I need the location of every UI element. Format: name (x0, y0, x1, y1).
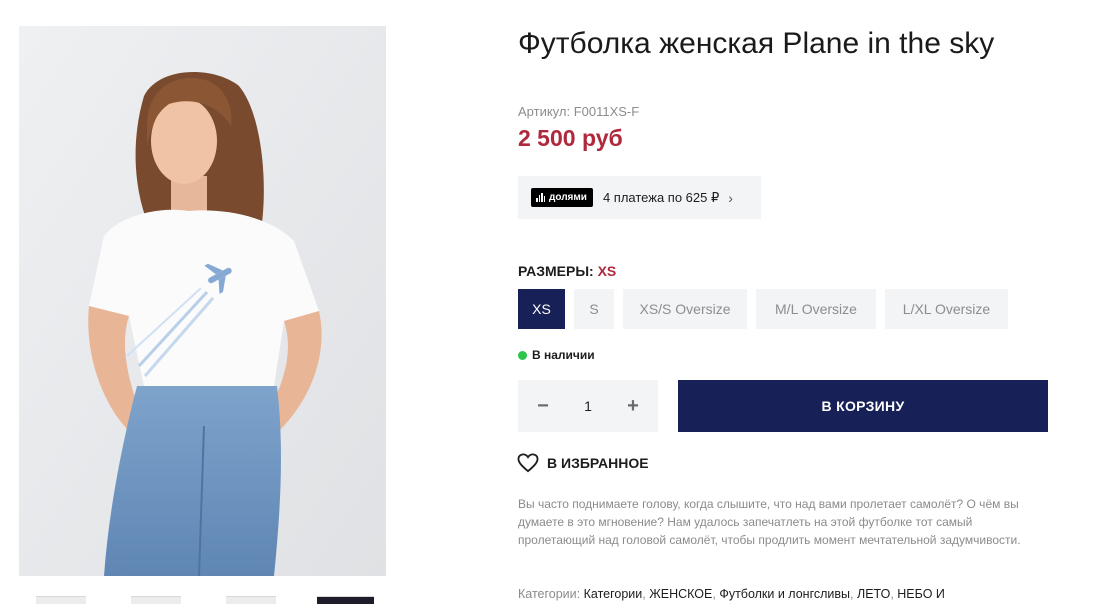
product-title: Футболка женская Plane in the sky (518, 27, 995, 60)
size-option-m-l-oversize[interactable]: M/L Oversize (756, 289, 876, 329)
stock-status: В наличии (518, 348, 595, 362)
category-link[interactable]: НЕБО И (897, 587, 945, 601)
chevron-right-icon: › (728, 189, 733, 206)
size-option-xs-s-oversize[interactable]: XS/S Oversize (623, 289, 747, 329)
categories-label: Категории: (518, 587, 581, 601)
favorite-label: В ИЗБРАННОЕ (547, 455, 649, 471)
thumbnail[interactable] (226, 596, 276, 604)
add-to-favorites-button[interactable]: В ИЗБРАННОЕ (517, 453, 649, 473)
thumbnail[interactable] (36, 596, 86, 604)
category-link[interactable]: Категории (584, 587, 643, 601)
product-price: 2 500 руб (518, 125, 623, 151)
product-description: Вы часто поднимаете голову, когда слышит… (518, 497, 1021, 547)
category-link[interactable]: ЛЕТО (857, 587, 890, 601)
quantity-stepper: − 1 + (518, 380, 658, 432)
quantity-plus-button[interactable]: + (626, 395, 640, 418)
bars-icon (536, 193, 546, 202)
add-to-cart-button[interactable]: В КОРЗИНУ (678, 380, 1048, 432)
thumbnail[interactable] (317, 596, 374, 604)
size-option-s[interactable]: S (574, 289, 614, 329)
dolyami-logo: долями (531, 188, 593, 207)
dolyami-logo-text: долями (549, 192, 587, 203)
sizes-label-text: РАЗМЕРЫ: (518, 263, 594, 279)
product-sku: Артикул: F0011XS-F (518, 104, 640, 119)
thumbnail-strip (19, 594, 389, 604)
size-option-l-xl-oversize[interactable]: L/XL Oversize (885, 289, 1008, 329)
product-categories: Категории: Категории, ЖЕНСКОЕ, Футболки … (518, 587, 945, 601)
installment-widget[interactable]: долями 4 платежа по 625 ₽ › (518, 176, 761, 219)
model-photo (19, 26, 386, 576)
quantity-minus-button[interactable]: − (536, 395, 550, 418)
category-link[interactable]: Футболки и лонгсливы (719, 587, 850, 601)
sizes-label: РАЗМЕРЫ: XS (518, 263, 616, 279)
quantity-value[interactable]: 1 (584, 398, 592, 414)
installment-text: 4 платежа по 625 ₽ (602, 189, 720, 205)
category-link[interactable]: ЖЕНСКОЕ (649, 587, 712, 601)
heart-icon (517, 453, 539, 473)
stock-dot-icon (518, 350, 527, 360)
selected-size: XS (597, 263, 617, 279)
product-main-image[interactable] (19, 26, 386, 576)
stock-text: В наличии (532, 348, 595, 362)
thumbnail[interactable] (131, 596, 181, 604)
size-option-xs[interactable]: XS (518, 289, 565, 329)
